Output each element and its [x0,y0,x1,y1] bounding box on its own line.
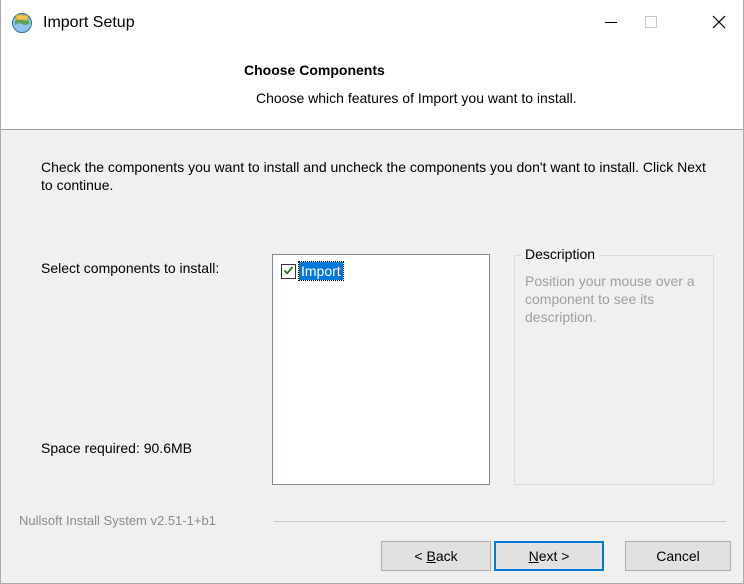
checkmark-icon [283,263,294,279]
maximize-button[interactable] [623,0,679,46]
next-accelerator: N [528,548,539,564]
space-required-label: Space required: 90.6MB [41,440,192,456]
components-tree[interactable]: Import [272,254,490,485]
maximize-icon [645,15,657,31]
page-title: Choose Components [244,62,385,78]
back-label-rest: ack [435,548,458,564]
setup-window: Import Setup Choose Components Choose wh… [0,0,744,584]
close-icon [712,15,726,32]
installer-globe-icon [11,12,33,34]
component-label[interactable]: Import [298,261,344,281]
back-accelerator: B [426,548,436,564]
select-components-label: Select components to install: [41,260,220,276]
close-button[interactable] [691,0,744,46]
branding-divider [274,521,726,522]
back-button[interactable]: < Back [381,541,491,571]
next-label-rest: ext > [538,548,570,564]
window-title: Import Setup [43,14,135,31]
title-bar[interactable]: Import Setup [1,0,743,46]
header-panel: Choose Components Choose which features … [1,46,743,130]
next-button[interactable]: Next > [494,541,604,571]
description-legend: Description [521,246,600,262]
tree-item-import[interactable]: Import [281,261,344,281]
description-text: Position your mouse over a component to … [525,273,695,325]
intro-text: Check the components you want to install… [41,159,706,193]
branding-text: Nullsoft Install System v2.51-1+b1 [19,513,216,528]
branding-line: Nullsoft Install System v2.51-1+b1 [1,513,743,529]
page-subtitle: Choose which features of Import you want… [256,90,577,106]
component-checkbox[interactable] [281,263,296,279]
minimize-icon [605,15,617,31]
back-label-prefix: < [414,548,427,564]
cancel-button[interactable]: Cancel [625,541,731,571]
